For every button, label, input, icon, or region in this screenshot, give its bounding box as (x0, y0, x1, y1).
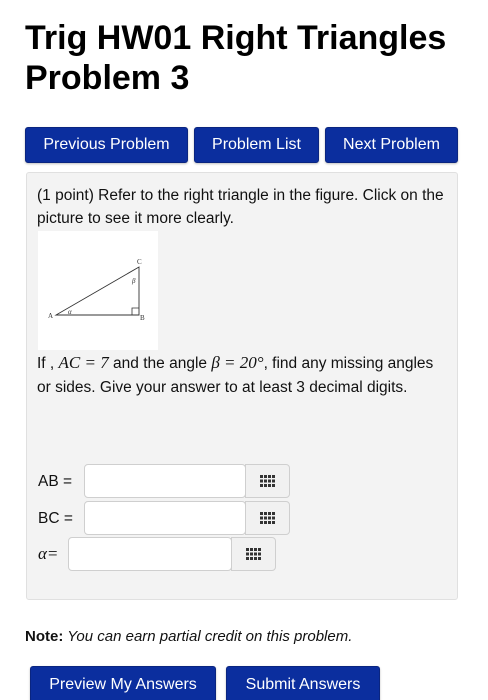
vertex-b-label: B (140, 314, 145, 322)
alpha-label: α= (38, 544, 58, 565)
keypad-icon (259, 475, 275, 487)
alpha-answer-field[interactable] (68, 537, 232, 571)
bc-answer-field[interactable] (84, 501, 246, 535)
ab-math-keypad-button[interactable] (245, 464, 290, 498)
angle-alpha-label: α (68, 308, 72, 316)
page-title: Trig HW01 Right Triangles Problem 3 (25, 18, 488, 98)
ab-label: AB = (38, 473, 73, 490)
problem-list-button[interactable]: Problem List (194, 127, 319, 163)
problem-intro: (1 point) Refer to the right triangle in… (37, 187, 444, 227)
alpha-label-text: α= (38, 544, 59, 563)
submit-answers-button[interactable]: Submit Answers (226, 666, 380, 700)
problem-question: If , AC = 7 and the angle β = 20°, find … (37, 351, 447, 400)
triangle-diagram[interactable]: A B C α β (38, 231, 158, 350)
next-problem-button[interactable]: Next Problem (325, 127, 458, 163)
alpha-math-keypad-button[interactable] (231, 537, 276, 571)
page-title-line2: Problem 3 (25, 59, 190, 97)
previous-problem-button[interactable]: Previous Problem (25, 127, 188, 163)
beta-expression: β = 20° (211, 353, 264, 372)
partial-credit-note: Note: You can earn partial credit on thi… (25, 627, 475, 647)
question-prefix: If , (37, 355, 59, 372)
keypad-icon (245, 548, 261, 560)
note-text: You can earn partial credit on this prob… (63, 628, 353, 645)
vertex-c-label: C (137, 258, 142, 266)
angle-beta-label: β (131, 277, 136, 285)
vertex-a-label: A (48, 312, 53, 320)
ab-answer-field[interactable] (84, 464, 246, 498)
keypad-icon (259, 512, 275, 524)
bc-label: BC = (38, 510, 73, 527)
note-label: Note: (25, 628, 64, 645)
preview-answers-button[interactable]: Preview My Answers (30, 666, 216, 700)
bc-math-keypad-button[interactable] (245, 501, 290, 535)
page-title-line1: Trig HW01 Right Triangles (25, 19, 447, 57)
triangle-figure[interactable]: A B C α β (38, 231, 158, 350)
ac-expression: AC = 7 (58, 353, 109, 372)
question-mid: and the angle (108, 355, 212, 372)
